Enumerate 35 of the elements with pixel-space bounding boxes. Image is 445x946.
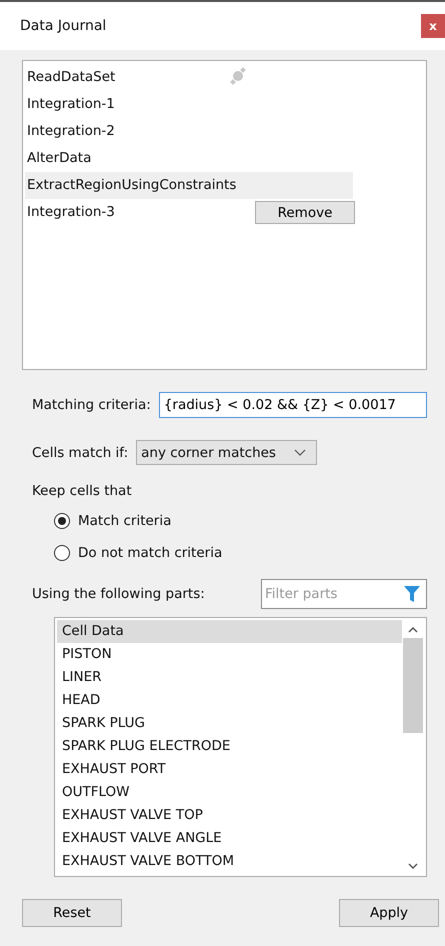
part-item[interactable]: EXHAUST PORT: [57, 758, 402, 781]
part-item[interactable]: SPARK PLUG: [57, 712, 402, 735]
journal-item[interactable]: Integration-1: [25, 91, 115, 118]
match-dropdown[interactable]: any corner matches: [136, 440, 318, 465]
dialog-button[interactable]: Reset: [22, 899, 122, 927]
journal-item[interactable]: ReadDataSet: [25, 64, 116, 91]
window-title: Data Journal: [20, 18, 106, 34]
close-button[interactable]: x: [421, 14, 445, 38]
part-item[interactable]: EXHAUST VALVE BOTTOM: [57, 850, 402, 873]
part-item[interactable]: Cell Data: [57, 620, 402, 643]
journal-item[interactable]: Integration-2: [25, 118, 115, 145]
scroll-down-icon[interactable]: [408, 863, 418, 870]
cells-match-label: Cells match if:: [32, 444, 128, 460]
parts-label: Using the following parts:: [32, 586, 205, 602]
remove-button[interactable]: Remove: [255, 201, 355, 224]
filter-icon: [404, 585, 420, 603]
scroll-up-icon[interactable]: [408, 626, 418, 633]
criteria-field[interactable]: {radius} < 0.02 && {Z} < 0.0017: [158, 392, 427, 418]
journal-item[interactable]: Integration-3: [25, 199, 115, 226]
radio-option[interactable]: Do not match criteria: [54, 543, 222, 563]
filter-field[interactable]: Filter parts: [261, 579, 427, 609]
radio-option[interactable]: Match criteria: [54, 511, 172, 531]
part-item[interactable]: HEAD: [57, 689, 402, 712]
part-item[interactable]: SPARK PLUG ELECTRODE: [57, 735, 402, 758]
part-item[interactable]: LINER: [57, 666, 402, 689]
part-item[interactable]: PISTON: [57, 643, 402, 666]
journal-item[interactable]: ExtractRegionUsingConstraints: [25, 172, 353, 199]
part-item[interactable]: EXHAUST VALVE ANGLE: [57, 827, 402, 850]
journal-item[interactable]: AlterData: [25, 145, 92, 172]
chevron-down-icon: [294, 448, 306, 456]
matching-criteria-label: Matching criteria:: [32, 397, 151, 413]
keep-cells-label: Keep cells that: [31, 483, 133, 499]
part-item[interactable]: OUTFLOW: [57, 781, 402, 804]
part-item[interactable]: EXHAUST VALVE TOP: [57, 804, 402, 827]
dialog-button[interactable]: Apply: [339, 899, 439, 927]
